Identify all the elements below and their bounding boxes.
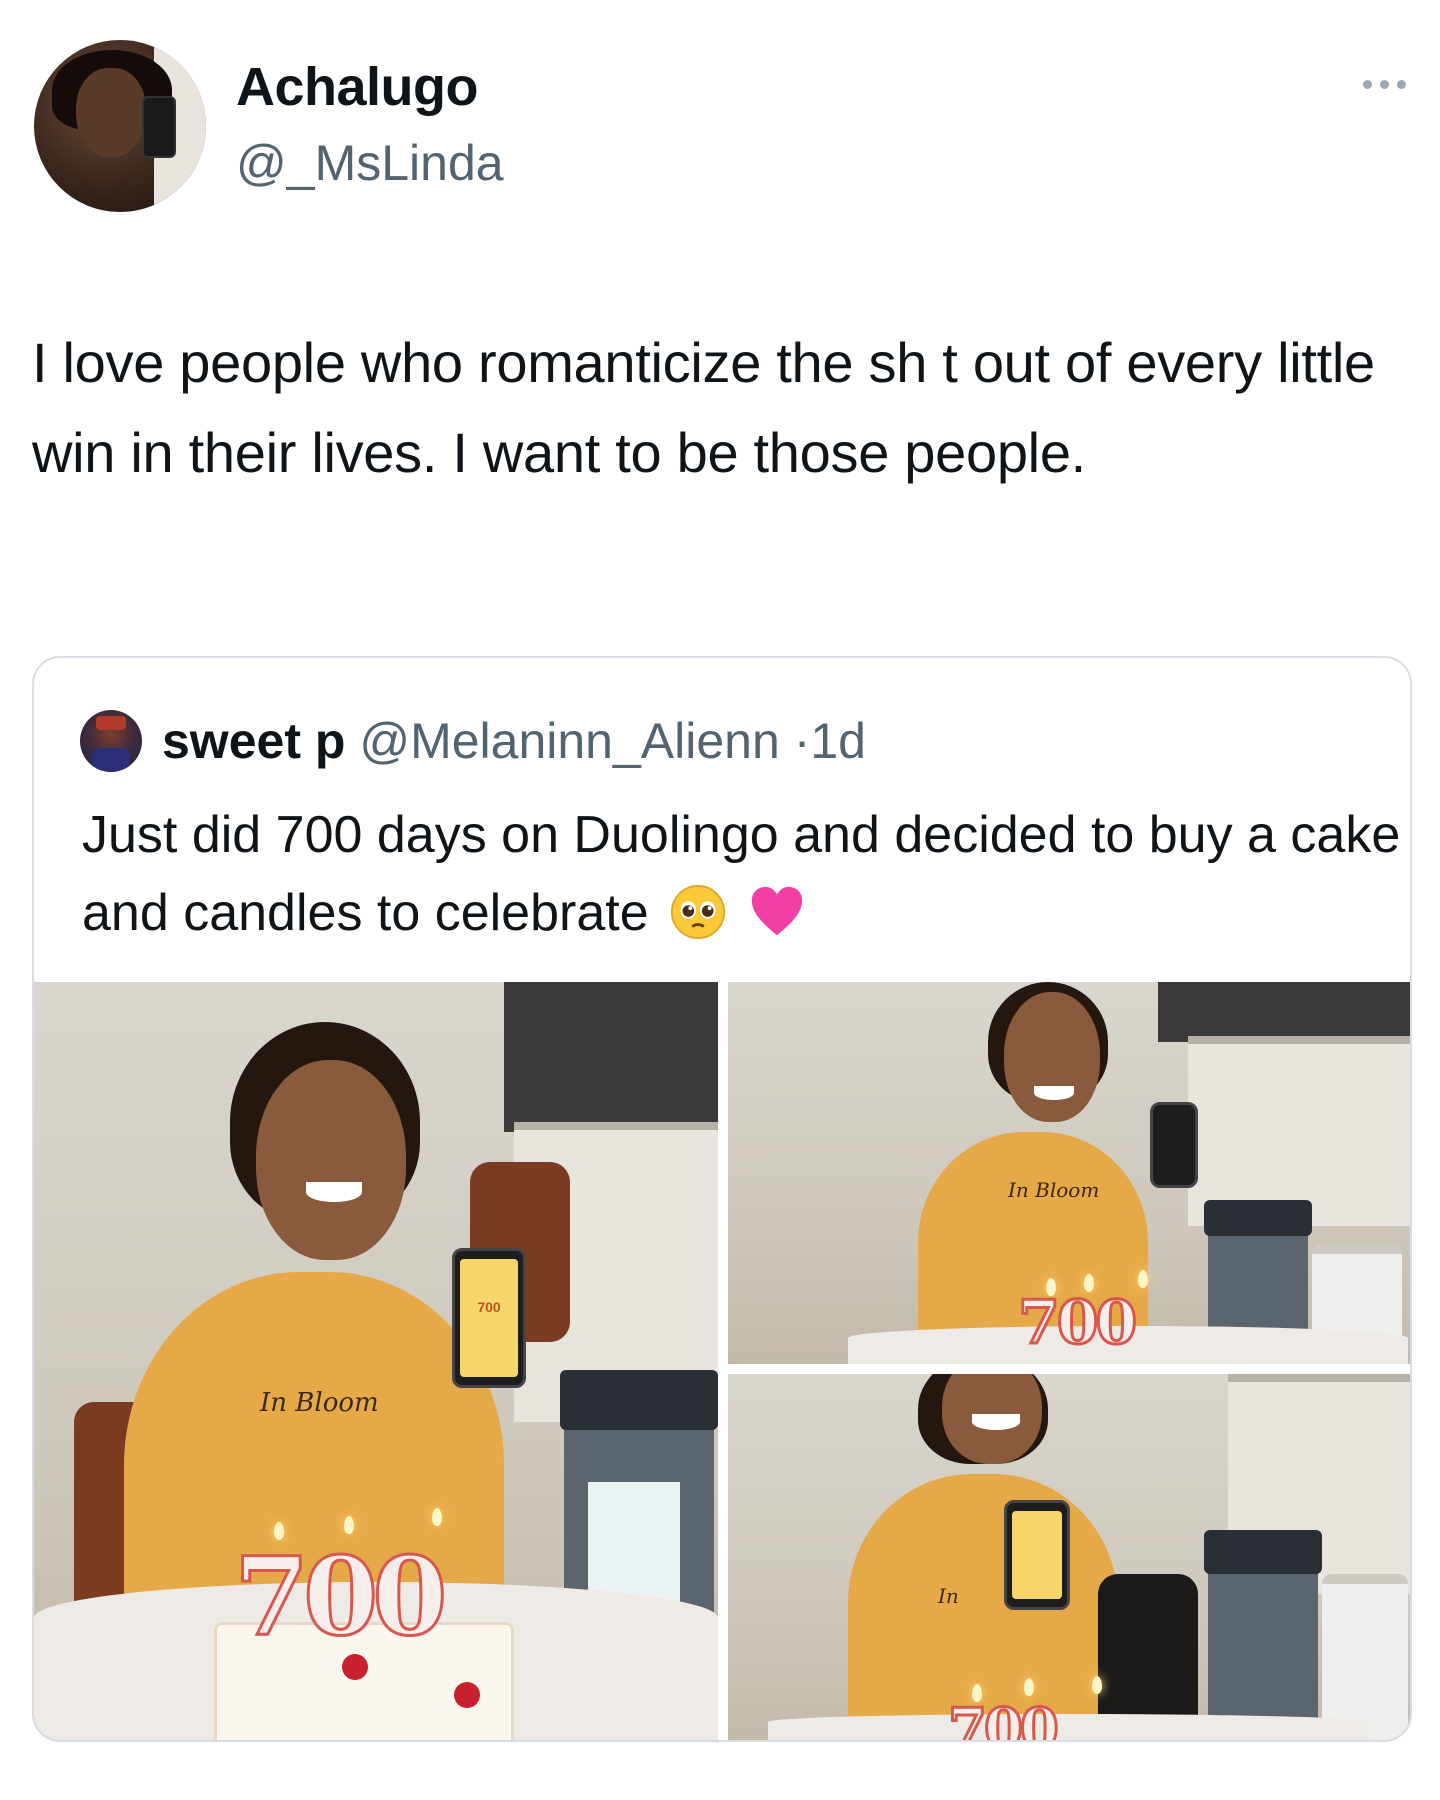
person-head — [1004, 992, 1100, 1122]
author-handle[interactable]: @_MsLinda — [236, 134, 504, 192]
pleading-face-emoji — [671, 885, 726, 940]
trash-bin-lid — [560, 1370, 718, 1430]
candles-700: 700 — [1016, 1287, 1138, 1360]
avatar-face — [76, 68, 146, 158]
tweet: Achalugo @_MsLinda I love people who rom… — [0, 0, 1440, 1800]
candles-700: 700 — [947, 1695, 1061, 1742]
author-name[interactable]: Achalugo — [236, 56, 479, 118]
bin-label — [588, 1482, 680, 1602]
header-separator: · — [793, 713, 811, 769]
more-dot — [1363, 80, 1372, 89]
quoted-tweet[interactable]: sweet p @Melaninn_Alienn ·1d Just did 70… — [32, 656, 1412, 1742]
smile — [1034, 1086, 1074, 1100]
more-dot — [1380, 80, 1389, 89]
phone-streak-count: 700 — [477, 1299, 501, 1315]
photo-2[interactable]: In Bloom 700 — [728, 982, 1410, 1364]
photo-1[interactable]: In Bloom 700 700 — [34, 982, 718, 1740]
pink-heart-emoji — [751, 887, 802, 936]
quoted-author-avatar[interactable] — [80, 710, 142, 772]
candles-700: 700 — [232, 1533, 448, 1662]
more-dot — [1397, 80, 1406, 89]
dark-doorway — [504, 982, 718, 1132]
candle-flame — [1092, 1676, 1102, 1694]
more-horizontal-icon[interactable] — [1363, 80, 1406, 89]
shirt-text: In — [938, 1584, 959, 1608]
canister — [1322, 1574, 1408, 1740]
phone-screen — [1012, 1511, 1062, 1599]
photo-3[interactable]: In 700 — [728, 1374, 1410, 1742]
candle-flame — [1024, 1678, 1034, 1696]
candle-flame — [432, 1508, 442, 1526]
quoted-tweet-header: sweet p @Melaninn_Alienn ·1d — [162, 712, 866, 770]
shirt-text: In Bloom — [1008, 1178, 1100, 1202]
smile — [306, 1182, 362, 1202]
photo-gallery: In Bloom 700 700 In Bloom 700 In 700 — [34, 982, 1410, 1742]
held-phone — [1004, 1500, 1070, 1610]
held-phone: 700 — [452, 1248, 526, 1388]
avatar-hat — [96, 716, 126, 730]
person-head — [256, 1060, 406, 1260]
avatar-suit — [92, 748, 130, 772]
held-phone — [1150, 1102, 1198, 1188]
tweet-text: I love people who romanticize the sh t o… — [32, 331, 1375, 484]
trash-bin-lid — [1204, 1530, 1322, 1574]
table — [768, 1714, 1368, 1740]
quoted-tweet-text: Just did 700 days on Duolingo and decide… — [82, 796, 1402, 952]
cherry — [454, 1682, 480, 1708]
shirt-text: In Bloom — [260, 1388, 379, 1418]
avatar-phone — [142, 96, 176, 158]
candle-flame — [1138, 1270, 1148, 1288]
quoted-tweet-time[interactable]: 1d — [810, 713, 866, 769]
phone-screen: 700 — [460, 1259, 518, 1377]
quoted-author-handle[interactable]: @Melaninn_Alienn — [359, 713, 779, 769]
smile — [972, 1414, 1020, 1430]
dark-doorway — [1158, 982, 1410, 1042]
trash-bin-lid — [1204, 1200, 1312, 1236]
candle-flame — [344, 1516, 354, 1534]
author-avatar[interactable] — [34, 40, 206, 212]
counter — [1188, 1036, 1410, 1226]
quoted-author-name[interactable]: sweet p — [162, 713, 345, 769]
quoted-tweet-body: Just did 700 days on Duolingo and decide… — [82, 806, 1401, 942]
